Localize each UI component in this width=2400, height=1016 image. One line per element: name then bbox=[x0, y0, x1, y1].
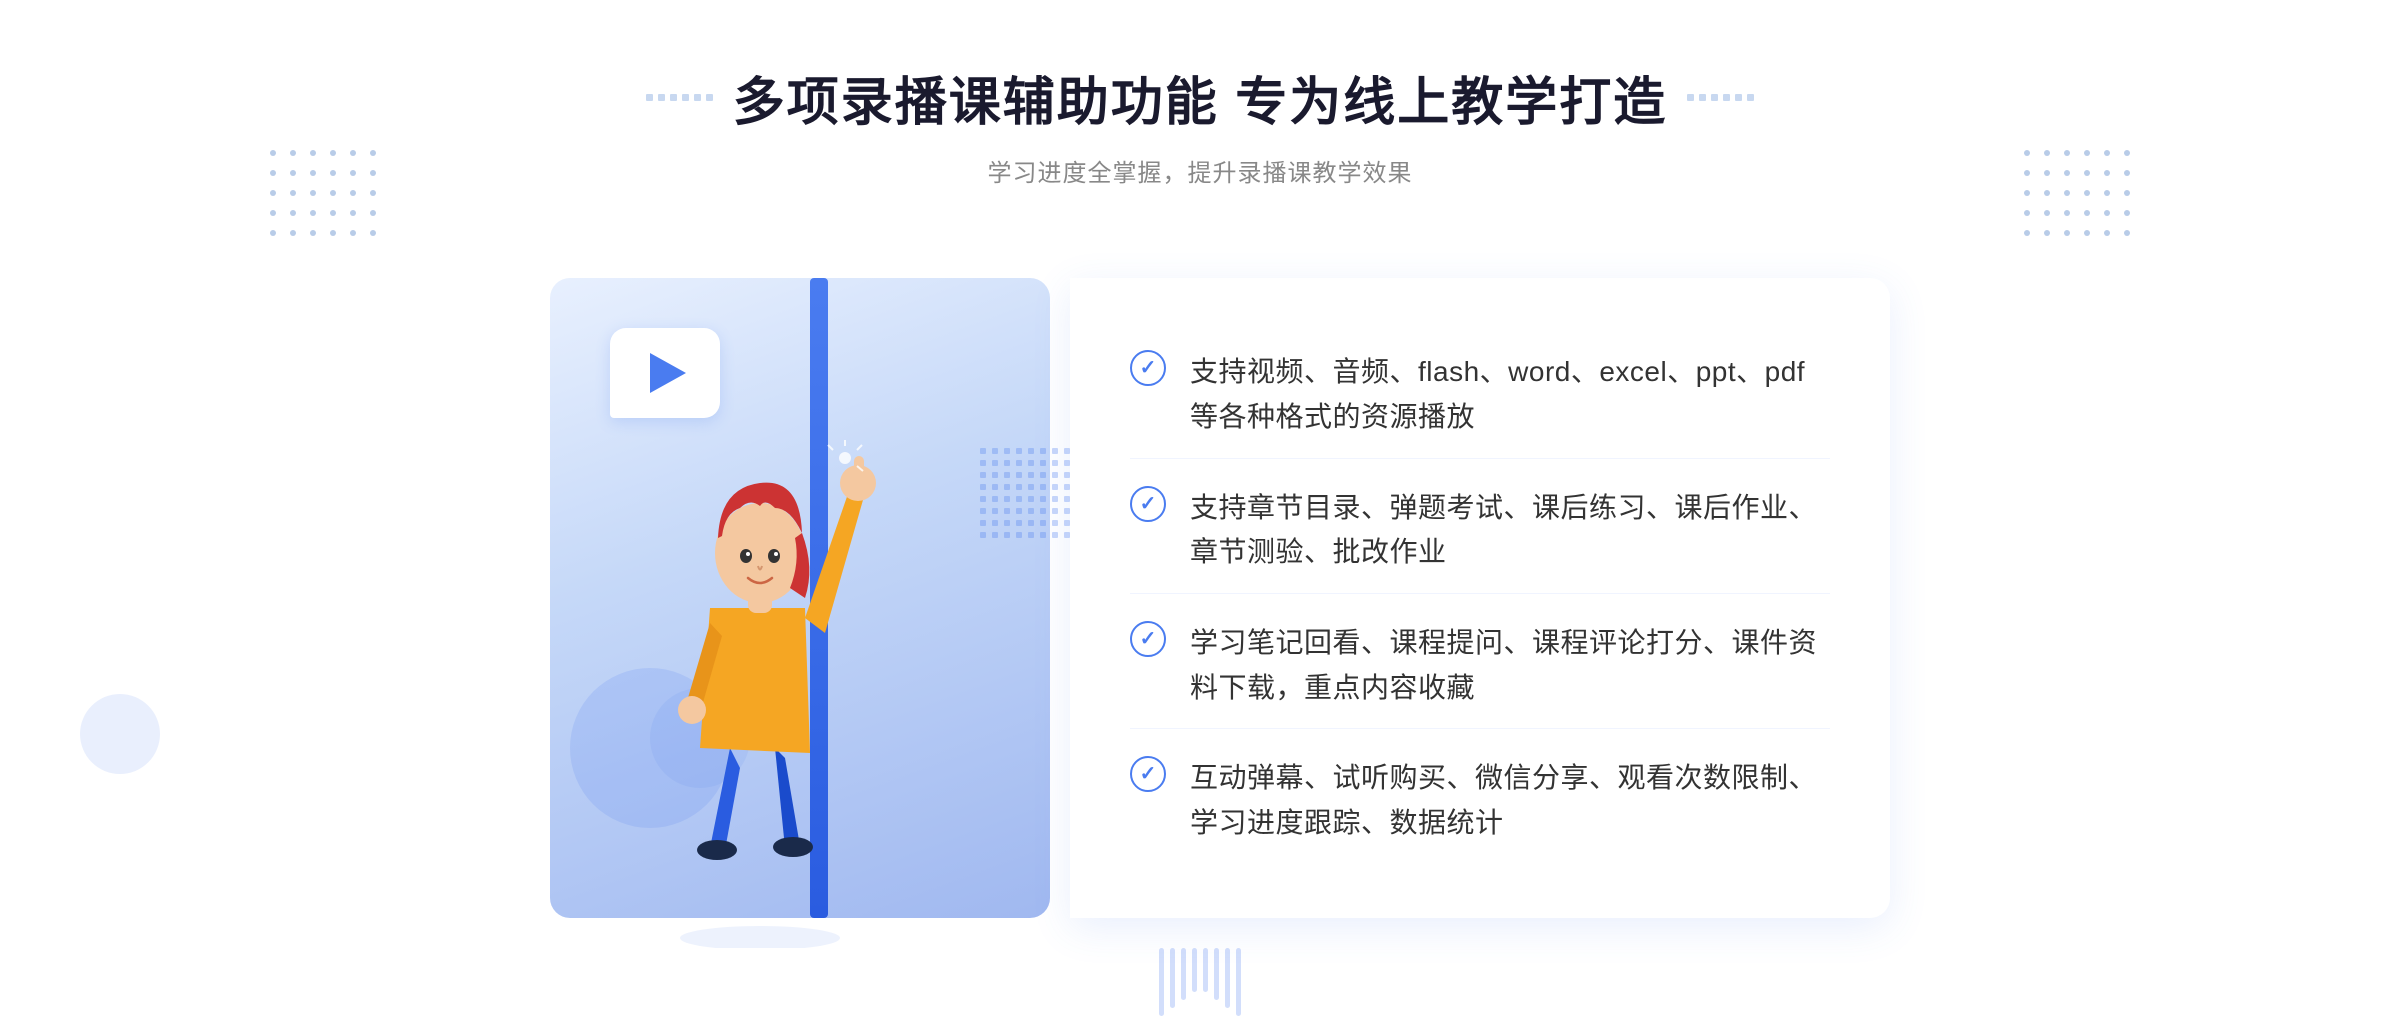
stripe-decoration bbox=[980, 448, 1070, 538]
check-icon-4: ✓ bbox=[1130, 756, 1166, 792]
illustration-area: » bbox=[510, 248, 1090, 948]
feature-item-4: ✓ 互动弹幕、试听购买、微信分享、观看次数限制、学习进度跟踪、数据统计 bbox=[1130, 738, 1830, 864]
check-icon-3: ✓ bbox=[1130, 621, 1166, 657]
stripe-lines-bl bbox=[1159, 948, 1241, 1016]
feature-item-2: ✓ 支持章节目录、弹题考试、课后练习、课后作业、章节测验、批改作业 bbox=[1130, 468, 1830, 595]
sub-title: 学习进度全掌握，提升录播课教学效果 bbox=[646, 153, 1754, 188]
check-icon-1: ✓ bbox=[1130, 350, 1166, 386]
right-panel: ✓ 支持视频、音频、flash、word、excel、ppt、pdf等各种格式的… bbox=[1070, 278, 1890, 918]
header-section: 多项录播课辅助功能 专为线上教学打造 学习进度全掌握，提升录播课教学效果 bbox=[646, 60, 1754, 188]
deco-circle-bl bbox=[80, 694, 160, 774]
page-wrapper: // Will render via JS below 多项录播课辅助功能 专为… bbox=[0, 0, 2400, 974]
feature-text-2: 支持章节目录、弹题考试、课后练习、课后作业、章节测验、批改作业 bbox=[1190, 486, 1830, 576]
feature-text-1: 支持视频、音频、flash、word、excel、ppt、pdf等各种格式的资源… bbox=[1190, 350, 1830, 440]
feature-text-4: 互动弹幕、试听购买、微信分享、观看次数限制、学习进度跟踪、数据统计 bbox=[1190, 756, 1830, 846]
content-section: » ✓ 支持视频、音频、flash、word、excel、ppt、pdf等各种格… bbox=[500, 248, 1900, 948]
feature-item-3: ✓ 学习笔记回看、课程提问、课程评论打分、课件资料下载，重点内容收藏 bbox=[1130, 603, 1830, 730]
check-icon-2: ✓ bbox=[1130, 486, 1166, 522]
bg-dots-tl bbox=[270, 150, 376, 236]
title-row: 多项录播课辅助功能 专为线上教学打造 bbox=[646, 60, 1754, 135]
bg-dots-tr bbox=[2024, 150, 2130, 236]
main-title: 多项录播课辅助功能 专为线上教学打造 bbox=[733, 60, 1667, 135]
feature-item-1: ✓ 支持视频、音频、flash、word、excel、ppt、pdf等各种格式的… bbox=[1130, 332, 1830, 459]
feature-text-3: 学习笔记回看、课程提问、课程评论打分、课件资料下载，重点内容收藏 bbox=[1190, 621, 1830, 711]
figure-illustration bbox=[610, 368, 910, 948]
title-decorator-right bbox=[1687, 94, 1754, 101]
title-decorator-left bbox=[646, 94, 713, 101]
